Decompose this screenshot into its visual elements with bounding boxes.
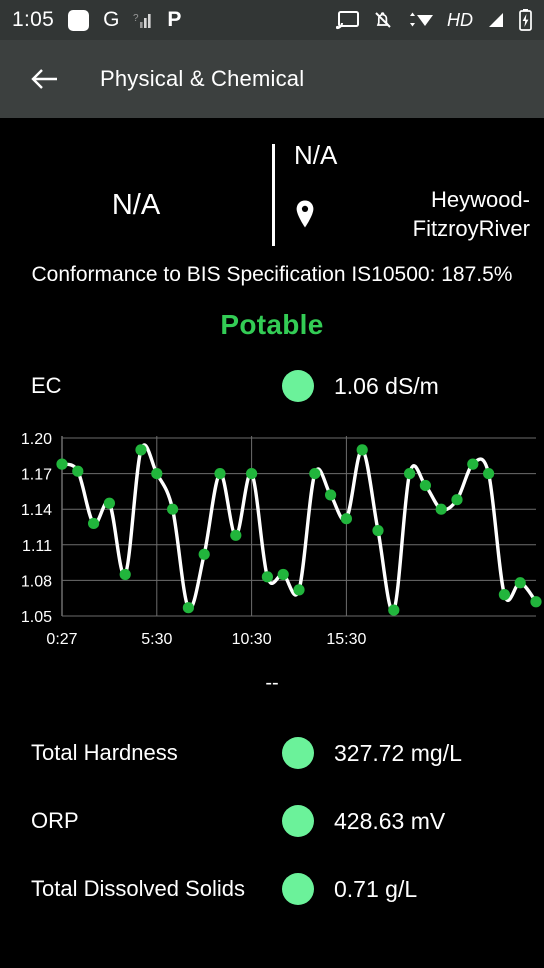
chart-data-point[interactable] xyxy=(498,589,510,601)
metric-right: 1.06 dS/m xyxy=(282,370,544,403)
metric-value: 1.06 dS/m xyxy=(334,372,439,399)
primary-value: N/A xyxy=(111,189,161,222)
chart-data-point[interactable] xyxy=(372,525,384,537)
hd-icon: HD xyxy=(447,9,473,30)
status-dot-icon xyxy=(282,370,314,403)
metric-value: 428.63 mV xyxy=(334,807,446,834)
metric-row[interactable]: Total Dissolved Solids 0.71 g/L xyxy=(0,855,544,923)
wifi-icon xyxy=(406,10,434,30)
chart-y-tick-label: 1.08 xyxy=(21,573,52,590)
location-row: Heywood-FitzroyRiver xyxy=(294,185,544,243)
status-bar-right: HD xyxy=(336,9,532,31)
chart-data-point[interactable] xyxy=(404,468,416,480)
location-pin-icon xyxy=(294,199,334,229)
metrics-list: Total Hardness 327.72 mg/L ORP 428.63 mV Tot… xyxy=(0,719,544,923)
metric-value: 327.72 mg/L xyxy=(334,739,462,766)
chart-data-point[interactable] xyxy=(435,503,447,515)
cast-icon xyxy=(336,10,360,30)
metric-label: ORP xyxy=(31,808,79,834)
metric-label: Total Hardness xyxy=(31,740,178,766)
status-dot-icon xyxy=(282,805,314,838)
chart-data-point[interactable] xyxy=(261,571,273,583)
chart-data-point[interactable] xyxy=(356,444,368,456)
location-name: Heywood-FitzroyRiver xyxy=(412,187,530,242)
chart-y-tick-label: 1.05 xyxy=(21,609,52,626)
chart-data-point[interactable] xyxy=(182,602,194,614)
chart-data-point[interactable] xyxy=(72,465,84,477)
app-root: 1:05 G ? P HD Physical & Chemical N/A N/… xyxy=(0,0,544,968)
chart-data-point[interactable] xyxy=(483,468,495,480)
metric-label: EC xyxy=(31,373,62,399)
metric-right: 428.63 mV xyxy=(282,805,544,838)
chart-data-point[interactable] xyxy=(230,529,242,541)
battery-charging-icon xyxy=(519,9,532,31)
chart-data-point[interactable] xyxy=(88,517,100,530)
chart-svg: 1.05 1.08 1.11 1.14 1.17 1.20 0:27 5:30 10:30 15:… xyxy=(21,431,542,648)
chart-data-point[interactable] xyxy=(119,568,131,581)
chart-data-point[interactable] xyxy=(277,568,289,581)
summary-section: N/A N/A Heywood-FitzroyRiver xyxy=(0,118,544,249)
chart-placeholder: -- xyxy=(265,672,279,695)
chart-data-point[interactable] xyxy=(467,458,479,470)
back-arrow-icon xyxy=(31,69,57,89)
chart-y-tick-label: 1.17 xyxy=(21,467,52,484)
status-badge: Potable xyxy=(220,309,324,341)
status-clock: 1:05 xyxy=(12,8,55,31)
metric-value: 0.71 g/L xyxy=(334,875,418,902)
chart-data-point[interactable] xyxy=(293,584,305,596)
status-bar: 1:05 G ? P HD xyxy=(0,0,544,40)
signal-unknown-icon: ? xyxy=(133,10,153,30)
chart-data-point[interactable] xyxy=(198,548,210,560)
chart-y-tick-label: 1.14 xyxy=(21,502,52,519)
status-dot-icon xyxy=(282,873,314,906)
metric-row[interactable]: ORP 428.63 mV xyxy=(0,787,544,855)
chart-y-tick-label: 1.11 xyxy=(22,538,52,555)
chart-y-tick-label: 1.20 xyxy=(21,431,52,448)
secondary-value: N/A xyxy=(294,140,338,170)
chart-data-point[interactable] xyxy=(514,577,526,589)
svg-text:?: ? xyxy=(133,13,139,24)
cell-signal-icon xyxy=(486,10,506,30)
chart-data-point[interactable] xyxy=(56,458,68,470)
chart-data-point[interactable] xyxy=(340,513,352,525)
metric-label: Total Dissolved Solids xyxy=(31,876,245,902)
chart-data-point[interactable] xyxy=(388,604,400,616)
chart-x-tick-label: 15:30 xyxy=(326,631,366,648)
back-button[interactable] xyxy=(28,62,62,96)
notifications-off-icon xyxy=(373,10,393,30)
status-dot-icon xyxy=(282,737,314,770)
chart-data-point[interactable] xyxy=(135,444,147,456)
conformance-text: Conformance to BIS Specification IS10500… xyxy=(31,263,513,287)
metric-right: 327.72 mg/L xyxy=(282,737,544,770)
p-icon: P xyxy=(167,8,182,31)
metric-right: 0.71 g/L xyxy=(282,873,544,906)
chart-data-point[interactable] xyxy=(419,479,431,492)
ec-line-chart[interactable]: 1.05 1.08 1.11 1.14 1.17 1.20 0:27 5:30 10:30 15:… xyxy=(0,423,544,663)
chart-data-point[interactable] xyxy=(451,494,463,506)
app-bar: Physical & Chemical xyxy=(0,40,544,118)
metric-row[interactable]: Total Hardness 327.72 mg/L xyxy=(0,719,544,787)
chart-x-tick-label: 0:27 xyxy=(46,631,77,648)
chart-data-point[interactable] xyxy=(325,489,337,501)
summary-right: N/A Heywood-FitzroyRiver xyxy=(272,140,544,243)
rounded-square-icon xyxy=(68,9,90,31)
chart-x-tick-label: 5:30 xyxy=(141,631,172,648)
metric-row-ec[interactable]: EC 1.06 dS/m xyxy=(0,355,544,417)
summary-divider xyxy=(272,144,275,246)
chart-data-point[interactable] xyxy=(309,468,321,480)
chart-data-point[interactable] xyxy=(103,497,115,509)
chart-data-point[interactable] xyxy=(151,468,163,480)
status-bar-left: 1:05 G ? P xyxy=(12,8,181,32)
page-title: Physical & Chemical xyxy=(100,66,305,91)
chart-data-point[interactable] xyxy=(246,468,258,480)
chart-data-point[interactable] xyxy=(530,596,542,608)
chart-data-point[interactable] xyxy=(167,503,179,515)
g-icon: G xyxy=(103,8,120,31)
chart-data-point[interactable] xyxy=(214,468,226,480)
chart-x-tick-label: 10:30 xyxy=(232,631,272,648)
